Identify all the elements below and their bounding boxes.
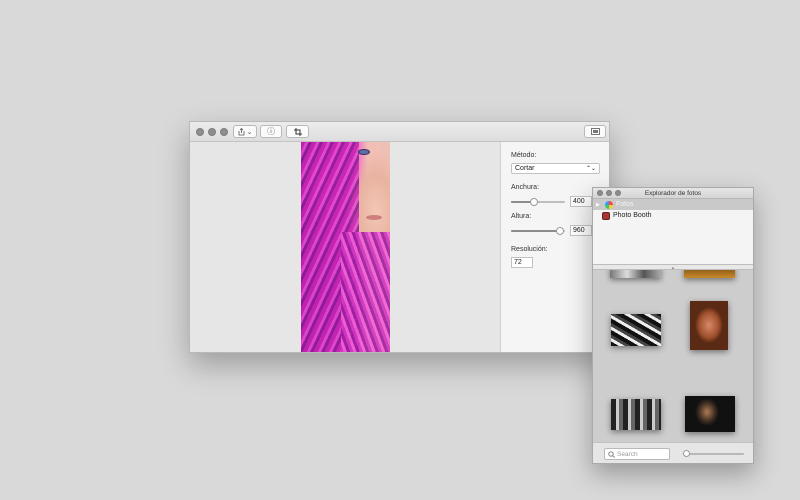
browser-zoom-button[interactable] bbox=[615, 190, 621, 196]
share-icon bbox=[238, 127, 244, 135]
source-item-fotos[interactable]: ▶ Fotos bbox=[593, 199, 753, 210]
search-input[interactable]: Search bbox=[604, 448, 670, 460]
thumbnail-grid bbox=[593, 270, 753, 442]
height-slider-knob[interactable] bbox=[556, 227, 564, 235]
thumbnail-size-slider-knob[interactable] bbox=[683, 450, 690, 457]
height-label: Altura: bbox=[511, 213, 532, 220]
window-content: Método: Cortar ⌃⌄ Anchura: 400 Altura: 9… bbox=[190, 142, 609, 352]
photo-thumbnail[interactable] bbox=[684, 270, 735, 278]
crop-icon bbox=[293, 127, 302, 136]
portrait-photo[interactable] bbox=[301, 142, 390, 352]
zoom-button[interactable] bbox=[220, 128, 228, 136]
chevron-down-icon: ⌄ bbox=[246, 128, 253, 136]
image-canvas bbox=[190, 142, 500, 352]
window-controls bbox=[196, 128, 228, 136]
method-popup[interactable]: Cortar ⌃⌄ bbox=[511, 163, 600, 174]
share-button[interactable]: ⌄ bbox=[233, 125, 257, 138]
close-button[interactable] bbox=[196, 128, 204, 136]
height-slider-row: 960 bbox=[511, 224, 599, 238]
width-slider-row: 400 bbox=[511, 195, 599, 209]
resolution-label: Resolución: bbox=[511, 246, 548, 253]
photo-thumbnail[interactable] bbox=[685, 396, 735, 432]
browser-titlebar: Explorador de fotos bbox=[593, 188, 753, 199]
method-label: Método: bbox=[511, 152, 537, 159]
search-placeholder: Search bbox=[617, 450, 638, 458]
source-list: ▶ Fotos Photo Booth bbox=[593, 199, 753, 265]
thumbnail-size-slider[interactable] bbox=[685, 453, 744, 455]
width-field[interactable]: 400 bbox=[570, 196, 592, 207]
browser-minimize-button[interactable] bbox=[606, 190, 612, 196]
photos-app-icon bbox=[605, 200, 613, 209]
width-slider-knob[interactable] bbox=[530, 198, 538, 206]
width-label: Anchura: bbox=[511, 184, 540, 191]
photo-browser-window: Explorador de fotos ▶ Fotos Photo Booth … bbox=[592, 187, 754, 464]
method-value: Cortar bbox=[515, 165, 535, 172]
preview-window: ⌄ ⓘ Método: Cortar ⌃⌄ Anchura: 400 Altur… bbox=[189, 121, 610, 353]
window-toolbar: ⌄ ⓘ bbox=[190, 122, 609, 142]
minimize-button[interactable] bbox=[208, 128, 216, 136]
photo-thumbnail[interactable] bbox=[690, 301, 728, 350]
info-icon: ⓘ bbox=[267, 127, 275, 136]
search-icon bbox=[608, 451, 615, 458]
photo-thumbnail[interactable] bbox=[611, 314, 661, 346]
width-slider[interactable] bbox=[511, 201, 565, 203]
browser-window-controls bbox=[597, 190, 621, 196]
resolution-field[interactable]: 72 bbox=[511, 257, 533, 268]
source-label: Photo Booth bbox=[613, 212, 652, 219]
sidebar-toggle-button[interactable] bbox=[584, 125, 606, 138]
photo-thumbnail[interactable] bbox=[611, 399, 661, 430]
height-field[interactable]: 960 bbox=[570, 225, 592, 236]
source-label: Fotos bbox=[616, 201, 634, 208]
photo-booth-icon bbox=[602, 211, 610, 220]
photo-thumbnail[interactable] bbox=[610, 270, 661, 278]
info-button[interactable]: ⓘ bbox=[260, 125, 282, 138]
disclosure-triangle-icon[interactable]: ▶ bbox=[596, 202, 602, 208]
source-item-photo-booth[interactable]: Photo Booth bbox=[593, 210, 753, 221]
crop-button[interactable] bbox=[286, 125, 309, 138]
updown-chevron-icon: ⌃⌄ bbox=[585, 166, 596, 172]
sidebar-icon bbox=[590, 128, 600, 135]
browser-title: Explorador de fotos bbox=[644, 190, 702, 197]
browser-close-button[interactable] bbox=[597, 190, 603, 196]
browser-bottom-bar: Search bbox=[593, 442, 753, 463]
